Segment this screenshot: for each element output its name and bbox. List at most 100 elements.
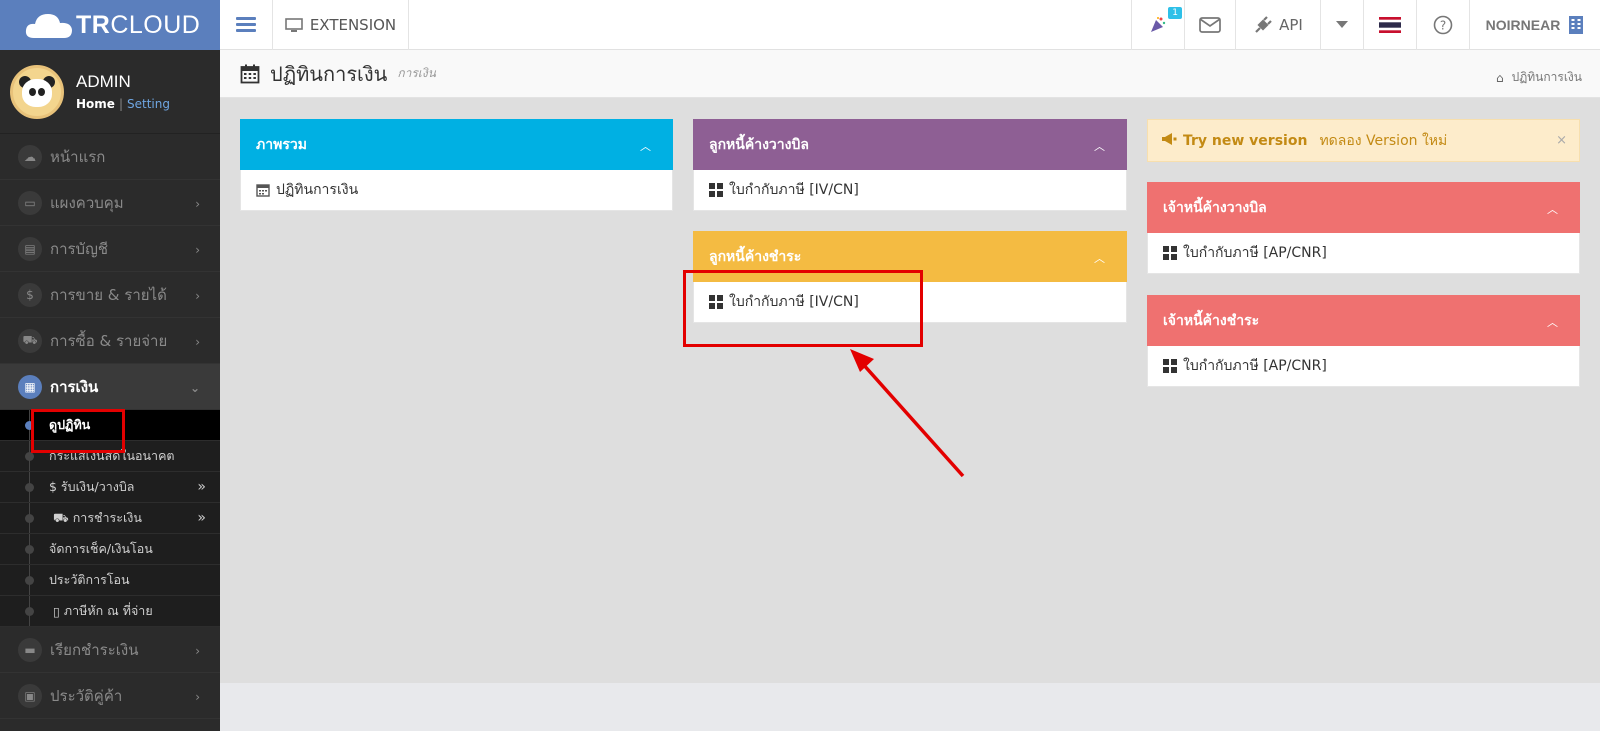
api-button[interactable]: API — [1235, 0, 1320, 50]
panel-link-invoice[interactable]: ใบกำกับภาษี [AP/CNR] — [1147, 346, 1580, 387]
panel-overview: ภาพรวม ︿ ปฏิทินการเงิน — [240, 119, 673, 211]
language-button[interactable] — [1363, 0, 1416, 50]
contact-icon: ▣ — [18, 683, 42, 708]
panel-link-calendar[interactable]: ปฏิทินการเงิน — [240, 170, 673, 211]
home-link[interactable]: Home — [76, 97, 115, 111]
notification-button[interactable]: 1 — [1131, 0, 1184, 50]
submenu-item-receive-billing[interactable]: $ รับเงิน/วางบิล » — [0, 472, 220, 503]
sidebar-item-partner-history[interactable]: ▣ ประวัติคู่ค้า › — [0, 673, 220, 719]
sidebar-toggle-button[interactable] — [220, 0, 272, 50]
chevron-right-icon: › — [195, 197, 200, 211]
double-chevron-right-icon: » — [197, 510, 206, 526]
sidebar-item-home[interactable]: ☁ หน้าแรก — [0, 134, 220, 180]
sidebar-item-sales[interactable]: $ การขาย & รายได้ › — [0, 272, 220, 318]
brand-name: TRCLOUD — [76, 10, 201, 39]
panel-title: เจ้าหนี้ค้างวางบิล — [1163, 199, 1267, 216]
sidebar-item-label: การขาย & รายได้ — [50, 285, 167, 304]
submenu-item-label: $ รับเงิน/วางบิล — [49, 479, 135, 494]
panel-header[interactable]: เจ้าหนี้ค้างวางบิล ︿ — [1147, 182, 1580, 233]
chevron-right-icon: › — [195, 644, 200, 658]
sidebar-item-label: เรียกชำระเงิน — [50, 640, 139, 659]
panel-ap-payment: เจ้าหนี้ค้างชำระ ︿ ใบกำกับภาษี [AP/CNR] — [1147, 295, 1580, 387]
chevron-right-icon: › — [195, 243, 200, 257]
top-navbar: TRCLOUD EXTENSION 1 API ? NOIRNEAR — [0, 0, 1600, 50]
document-icon: ▯ — [53, 603, 60, 619]
cloud-icon: ☁ — [18, 144, 42, 169]
user-profile: ADMIN Home | Setting — [0, 50, 220, 134]
alert-text: ทดลอง Version ใหม่ — [1319, 132, 1448, 149]
sidebar-item-label: ประวัติคู่ค้า — [50, 686, 123, 705]
panel-header[interactable]: เจ้าหนี้ค้างชำระ ︿ — [1147, 295, 1580, 346]
sidebar-item-billing[interactable]: ▬ เรียกชำระเงิน › — [0, 627, 220, 673]
caret-down-icon — [1336, 21, 1348, 28]
submenu-item-transfer-history[interactable]: ประวัติการโอน — [0, 565, 220, 596]
extension-label: EXTENSION — [309, 16, 397, 34]
chevron-up-icon[interactable]: ︿ — [1547, 201, 1558, 217]
panel-link-invoice[interactable]: ใบกำกับภาษี [IV/CN] — [693, 170, 1127, 211]
page-subtitle: การเงิน — [397, 66, 436, 80]
highlight-box-panel — [683, 270, 923, 347]
grid-icon — [1163, 359, 1177, 373]
sidebar-item-accounting[interactable]: ▤ การบัญชี › — [0, 226, 220, 272]
chevron-up-icon[interactable]: ︿ — [1094, 138, 1105, 154]
chevron-right-icon: › — [195, 289, 200, 303]
panel-ar-billing: ลูกหนี้ค้างวางบิล ︿ ใบกำกับภาษี [IV/CN] — [693, 119, 1127, 211]
submenu-item-label: ภาษีหัก ณ ที่จ่าย — [63, 603, 153, 618]
grid-icon — [709, 183, 723, 197]
sidebar-item-label: การเงิน — [50, 377, 99, 396]
party-icon — [1151, 17, 1166, 32]
svg-text:?: ? — [1440, 19, 1446, 33]
chevron-up-icon[interactable]: ︿ — [1547, 314, 1558, 330]
dropdown-button[interactable] — [1320, 0, 1363, 50]
brand-logo[interactable]: TRCLOUD — [0, 0, 220, 50]
alert-title: Try new version — [1183, 132, 1308, 149]
dollar-icon: $ — [18, 282, 42, 307]
panel-link-label: ใบกำกับภาษี [AP/CNR] — [1183, 245, 1327, 261]
submenu-item-payment[interactable]: ⛟ การชำระเงิน » — [0, 503, 220, 534]
cart-icon: ⛟ — [53, 509, 69, 525]
panel-header[interactable]: ภาพรวม ︿ — [240, 119, 673, 170]
sidebar-item-finance[interactable]: ▦ การเงิน ⌄ — [0, 364, 220, 410]
panel-link-invoice[interactable]: ใบกำกับภาษี [AP/CNR] — [1147, 233, 1580, 274]
setting-link[interactable]: Setting — [127, 97, 170, 111]
user-label: NOIRNEAR — [1485, 17, 1561, 33]
question-circle-icon: ? — [1433, 15, 1453, 35]
page-title: ปฏิทินการเงิน — [270, 61, 388, 86]
hamburger-icon — [236, 17, 256, 33]
user-menu-button[interactable]: NOIRNEAR — [1469, 0, 1600, 50]
monitor-icon: ▭ — [18, 190, 42, 215]
panel-link-label: ปฏิทินการเงิน — [276, 182, 359, 198]
home-icon[interactable]: ⌂ — [1496, 71, 1504, 85]
megaphone-icon — [1161, 132, 1177, 150]
building-icon — [1569, 16, 1584, 34]
page-header: ปฏิทินการเงิน การเงิน ⌂ ปฏิทินการเงิน — [220, 50, 1600, 98]
panel-ap-billing: เจ้าหนี้ค้างวางบิล ︿ ใบกำกับภาษี [AP/CNR… — [1147, 182, 1580, 274]
sidebar: ADMIN Home | Setting ☁ หน้าแรก ▭ แผงควบคุม… — [0, 50, 220, 731]
submenu-item-label: การชำระเงิน — [72, 510, 142, 525]
submenu-item-cheque-transfer[interactable]: จัดการเช็ค/เงินโอน — [0, 534, 220, 565]
sidebar-item-purchases[interactable]: ⛟ การซื้อ & รายจ่าย › — [0, 318, 220, 364]
sidebar-item-dashboard[interactable]: ▭ แผงควบคุม › — [0, 180, 220, 226]
thai-flag-icon — [1379, 17, 1401, 33]
chevron-up-icon[interactable]: ︿ — [1094, 250, 1105, 266]
calendar-icon: ▦ — [18, 374, 42, 399]
chevron-up-icon[interactable]: ︿ — [640, 138, 651, 154]
double-chevron-right-icon: » — [197, 479, 206, 495]
panel-title: ลูกหนี้ค้างชำระ — [709, 248, 802, 265]
envelope-icon — [1199, 17, 1221, 33]
close-icon[interactable]: × — [1556, 133, 1567, 148]
extension-button[interactable]: EXTENSION — [272, 0, 409, 50]
sidebar-item-label: การซื้อ & รายจ่าย — [50, 331, 168, 350]
sidebar-item-label: การบัญชี — [50, 239, 109, 258]
mail-button[interactable] — [1184, 0, 1235, 50]
cloud-logo-icon — [25, 14, 72, 38]
submenu-item-withholding-tax[interactable]: ▯ ภาษีหัก ณ ที่จ่าย — [0, 596, 220, 627]
avatar[interactable] — [10, 64, 64, 119]
breadcrumb: ⌂ ปฏิทินการเงิน — [1496, 68, 1582, 87]
new-version-alert[interactable]: Try new version ทดลอง Version ใหม่ × — [1147, 119, 1580, 162]
help-button[interactable]: ? — [1416, 0, 1469, 50]
sidebar-item-label: หน้าแรก — [50, 147, 106, 166]
panel-header[interactable]: ลูกหนี้ค้างวางบิล ︿ — [693, 119, 1127, 170]
submenu-item-label: จัดการเช็ค/เงินโอน — [49, 541, 153, 556]
breadcrumb-current: ปฏิทินการเงิน — [1511, 70, 1582, 84]
